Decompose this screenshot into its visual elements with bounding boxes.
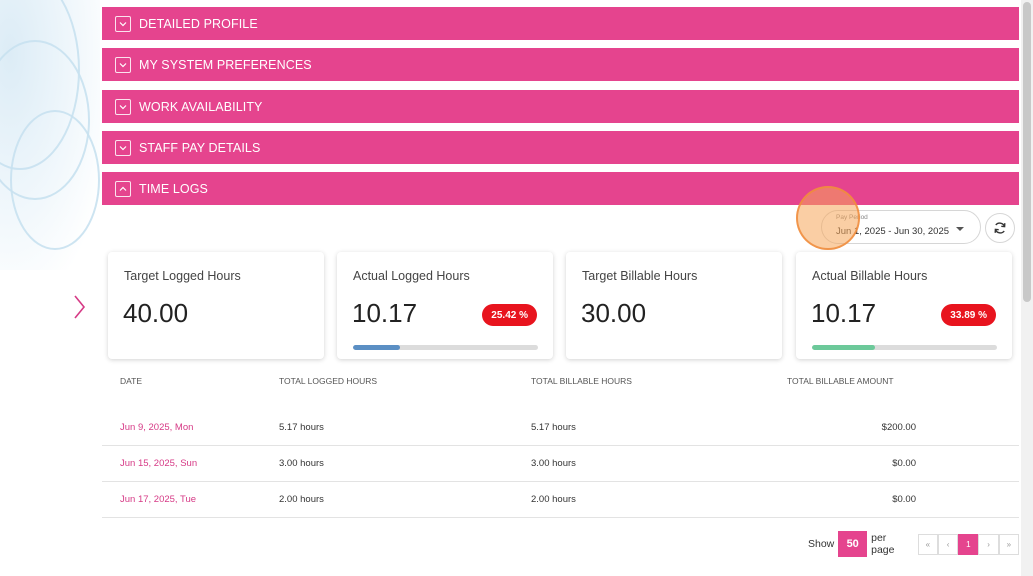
chevron-down-icon <box>115 56 131 73</box>
row-logged: 5.17 hours <box>279 422 324 433</box>
pay-period-select[interactable]: Pay Period Jun 1, 2025 - Jun 30, 2025 <box>821 210 981 244</box>
row-logged: 3.00 hours <box>279 458 324 469</box>
section-title: DETAILED PROFILE <box>139 16 258 31</box>
column-header-date: DATE <box>120 376 143 386</box>
column-header-logged: TOTAL LOGGED HOURS <box>279 376 378 386</box>
table-row[interactable]: Jun 17, 2025, Tue 2.00 hours 2.00 hours … <box>102 482 1019 518</box>
row-billable: 5.17 hours <box>531 422 576 433</box>
pay-period-value: Jun 1, 2025 - Jun 30, 2025 <box>836 226 950 237</box>
chevron-up-icon <box>115 180 131 197</box>
row-amount: $200.00 <box>881 422 916 433</box>
card-value: 40.00 <box>123 298 189 328</box>
section-title: MY SYSTEM PREFERENCES <box>139 57 312 72</box>
per-page-select[interactable]: 50 <box>838 531 868 557</box>
table-row[interactable]: Jun 9, 2025, Mon 5.17 hours 5.17 hours $… <box>102 410 1019 446</box>
row-logged: 2.00 hours <box>279 494 324 505</box>
prev-page-button[interactable]: ‹ <box>937 533 959 555</box>
refresh-icon <box>994 222 1006 234</box>
card-title: Target Logged Hours <box>124 269 241 283</box>
card-value: 30.00 <box>581 298 647 328</box>
progress-fill <box>353 345 401 350</box>
section-detailed-profile[interactable]: DETAILED PROFILE <box>102 7 1019 40</box>
card-title: Target Billable Hours <box>582 269 698 283</box>
profile-main: DETAILED PROFILE MY SYSTEM PREFERENCES W… <box>102 0 1020 576</box>
per-page-label: per page <box>871 532 895 556</box>
chevron-down-icon <box>115 139 131 156</box>
last-page-button[interactable]: » <box>998 533 1020 555</box>
progress-bar <box>353 345 538 350</box>
page-button-current[interactable]: 1 <box>958 533 979 555</box>
column-header-billable: TOTAL BILLABLE HOURS <box>531 376 632 386</box>
row-amount: $0.00 <box>892 494 916 505</box>
chevron-down-icon <box>115 98 131 115</box>
card-actual-logged-hours: Actual Logged Hours 10.17 25.42 % <box>337 252 553 359</box>
section-time-logs[interactable]: TIME LOGS <box>102 172 1019 205</box>
card-title: Actual Logged Hours <box>353 269 470 283</box>
percent-badge: 25.42 % <box>482 304 537 326</box>
card-title: Actual Billable Hours <box>812 269 928 283</box>
table-row[interactable]: Jun 15, 2025, Sun 3.00 hours 3.00 hours … <box>102 446 1019 482</box>
first-page-button[interactable]: « <box>917 533 938 555</box>
progress-bar <box>812 345 997 350</box>
row-amount: $0.00 <box>892 458 916 469</box>
section-work-availability[interactable]: WORK AVAILABILITY <box>102 90 1019 123</box>
scrollbar-thumb[interactable] <box>1023 2 1031 302</box>
pay-period-label: Pay Period <box>836 214 868 221</box>
scrollbar[interactable] <box>1021 0 1033 576</box>
pagination: Show 50 per page « ‹ 1 › » <box>808 531 1020 557</box>
section-system-preferences[interactable]: MY SYSTEM PREFERENCES <box>102 48 1019 81</box>
column-header-amount: TOTAL BILLABLE AMOUNT <box>787 376 894 386</box>
row-billable: 2.00 hours <box>531 494 576 505</box>
background-art <box>0 0 100 270</box>
row-date-link[interactable]: Jun 17, 2025, Tue <box>120 494 196 505</box>
chevron-right-icon[interactable] <box>72 294 86 320</box>
percent-badge: 33.89 % <box>941 304 996 326</box>
section-title: STAFF PAY DETAILS <box>139 140 261 155</box>
card-target-billable-hours: Target Billable Hours 30.00 <box>566 252 782 359</box>
table-header: DATE TOTAL LOGGED HOURS TOTAL BILLABLE H… <box>102 376 1019 398</box>
row-date-link[interactable]: Jun 9, 2025, Mon <box>120 422 193 433</box>
card-actual-billable-hours: Actual Billable Hours 10.17 33.89 % <box>796 252 1012 359</box>
chevron-down-icon <box>115 15 131 32</box>
progress-fill <box>812 345 875 350</box>
show-label: Show <box>808 538 835 550</box>
card-target-logged-hours: Target Logged Hours 40.00 <box>108 252 324 359</box>
section-title: TIME LOGS <box>139 181 208 196</box>
section-title: WORK AVAILABILITY <box>139 99 263 114</box>
row-billable: 3.00 hours <box>531 458 576 469</box>
card-value: 10.17 <box>811 298 877 328</box>
row-date-link[interactable]: Jun 15, 2025, Sun <box>120 458 197 469</box>
section-staff-pay-details[interactable]: STAFF PAY DETAILS <box>102 131 1019 164</box>
caret-down-icon <box>956 227 964 231</box>
refresh-button[interactable] <box>985 213 1015 243</box>
card-value: 10.17 <box>352 298 418 328</box>
next-page-button[interactable]: › <box>978 533 999 555</box>
